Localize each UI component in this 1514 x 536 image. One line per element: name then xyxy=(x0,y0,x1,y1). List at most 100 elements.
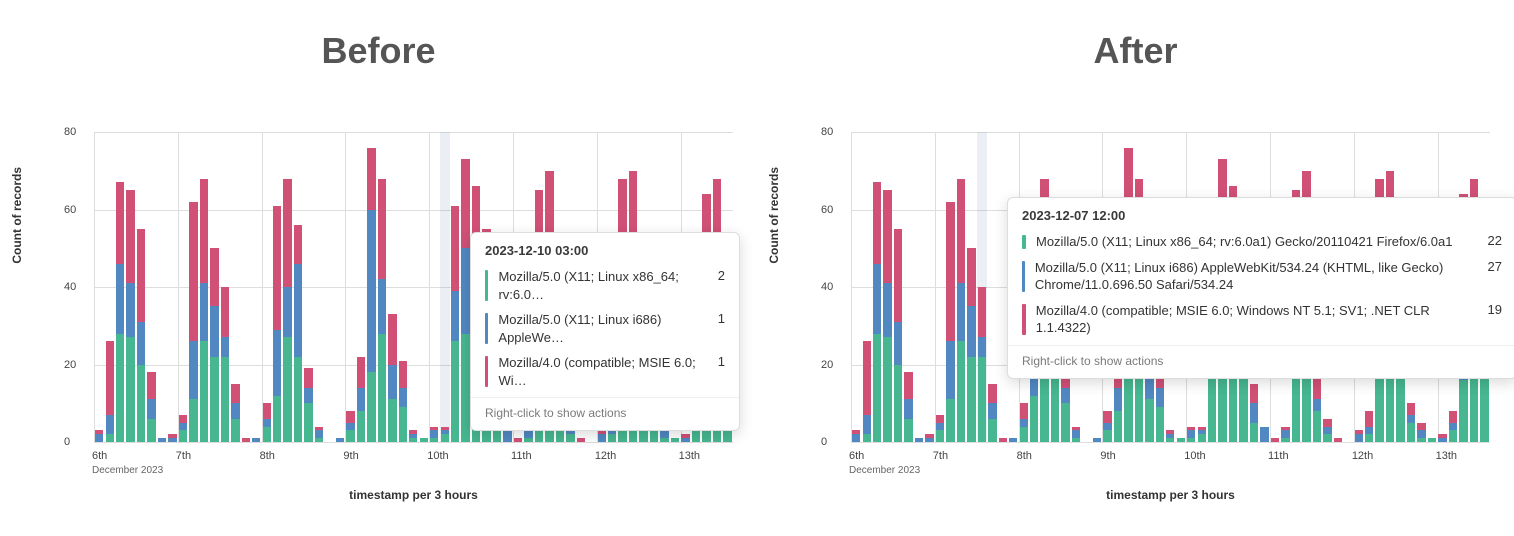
bar-stack[interactable] xyxy=(915,132,923,442)
bar-segment-b[interactable] xyxy=(946,341,954,399)
bar-stack[interactable] xyxy=(957,132,965,442)
bar-segment-a[interactable] xyxy=(189,399,197,442)
bar-segment-a[interactable] xyxy=(1156,407,1164,442)
bar-segment-c[interactable] xyxy=(378,179,386,280)
bar-segment-a[interactable] xyxy=(388,399,396,442)
bar-slot[interactable] xyxy=(903,132,913,442)
bar-segment-b[interactable] xyxy=(883,283,891,337)
bar-slot[interactable] xyxy=(146,132,156,442)
bar-stack[interactable] xyxy=(936,132,944,442)
bar-segment-a[interactable] xyxy=(1114,411,1122,442)
bar-stack[interactable] xyxy=(873,132,881,442)
bar-stack[interactable] xyxy=(999,132,1007,442)
bar-stack[interactable] xyxy=(294,132,302,442)
bar-slot[interactable] xyxy=(314,132,324,442)
bar-segment-b[interactable] xyxy=(1061,388,1069,404)
bar-segment-c[interactable] xyxy=(273,206,281,330)
bar-slot[interactable] xyxy=(199,132,209,442)
bar-stack[interactable] xyxy=(158,132,166,442)
bar-segment-c[interactable] xyxy=(294,225,302,264)
bar-segment-c[interactable] xyxy=(1417,423,1425,431)
bar-slot[interactable] xyxy=(136,132,146,442)
bar-segment-a[interactable] xyxy=(210,357,218,442)
bar-segment-b[interactable] xyxy=(967,306,975,356)
bar-segment-a[interactable] xyxy=(988,419,996,442)
bar-segment-a[interactable] xyxy=(967,357,975,442)
bar-segment-a[interactable] xyxy=(430,438,438,442)
bar-segment-b[interactable] xyxy=(158,438,166,442)
bar-stack[interactable] xyxy=(168,132,176,442)
bar-segment-b[interactable] xyxy=(252,438,260,442)
bar-stack[interactable] xyxy=(106,132,114,442)
bar-segment-b[interactable] xyxy=(388,365,396,400)
bar-segment-a[interactable] xyxy=(1417,438,1425,442)
bar-slot[interactable] xyxy=(872,132,882,442)
bar-stack[interactable] xyxy=(852,132,860,442)
bar-slot[interactable] xyxy=(335,132,345,442)
bar-slot[interactable] xyxy=(262,132,272,442)
bar-segment-a[interactable] xyxy=(116,334,124,443)
bar-segment-a[interactable] xyxy=(1198,434,1206,442)
bar-segment-b[interactable] xyxy=(1407,415,1415,423)
bar-stack[interactable] xyxy=(904,132,912,442)
bar-segment-a[interactable] xyxy=(863,434,871,442)
bar-slot[interactable] xyxy=(408,132,418,442)
bar-segment-c[interactable] xyxy=(904,372,912,399)
bar-segment-a[interactable] xyxy=(1428,438,1436,442)
bar-slot[interactable] xyxy=(935,132,945,442)
bar-segment-b[interactable] xyxy=(378,279,386,333)
bar-stack[interactable] xyxy=(988,132,996,442)
bar-segment-a[interactable] xyxy=(294,357,302,442)
bar-segment-b[interactable] xyxy=(1156,388,1164,407)
bar-slot[interactable] xyxy=(282,132,292,442)
bar-segment-a[interactable] xyxy=(346,430,354,442)
bar-slot[interactable] xyxy=(429,132,439,442)
bar-segment-a[interactable] xyxy=(1459,380,1467,442)
bar-segment-a[interactable] xyxy=(660,438,668,442)
chart-before[interactable]: Count of records 0204060806thDecember 20… xyxy=(20,122,737,502)
bar-segment-b[interactable] xyxy=(894,322,902,365)
bar-segment-a[interactable] xyxy=(441,434,449,442)
bar-segment-c[interactable] xyxy=(242,438,250,442)
bar-segment-c[interactable] xyxy=(147,372,155,399)
bar-slot[interactable] xyxy=(324,132,334,442)
bar-slot[interactable] xyxy=(956,132,966,442)
bar-segment-b[interactable] xyxy=(936,423,944,431)
bar-segment-a[interactable] xyxy=(1177,438,1185,442)
bar-segment-c[interactable] xyxy=(1334,438,1342,442)
bar-stack[interactable] xyxy=(346,132,354,442)
bar-slot[interactable] xyxy=(419,132,429,442)
bar-segment-a[interactable] xyxy=(409,438,417,442)
bar-segment-b[interactable] xyxy=(106,415,114,434)
bar-slot[interactable] xyxy=(398,132,408,442)
bar-slot[interactable] xyxy=(178,132,188,442)
bar-segment-c[interactable] xyxy=(1449,411,1457,423)
bar-slot[interactable] xyxy=(188,132,198,442)
bar-segment-a[interactable] xyxy=(378,334,386,443)
bar-segment-c[interactable] xyxy=(231,384,239,403)
bar-segment-b[interactable] xyxy=(988,403,996,419)
bar-segment-c[interactable] xyxy=(873,182,881,263)
bar-segment-b[interactable] xyxy=(200,283,208,341)
bar-segment-c[interactable] xyxy=(1323,419,1331,427)
bar-segment-a[interactable] xyxy=(273,396,281,443)
bar-segment-c[interactable] xyxy=(357,357,365,388)
bar-segment-c[interactable] xyxy=(200,179,208,284)
bar-slot[interactable] xyxy=(851,132,861,442)
bar-segment-a[interactable] xyxy=(978,357,986,442)
bar-segment-a[interactable] xyxy=(608,434,616,442)
bar-segment-a[interactable] xyxy=(147,419,155,442)
bar-segment-c[interactable] xyxy=(999,438,1007,442)
bar-segment-a[interactable] xyxy=(873,334,881,443)
bar-segment-b[interactable] xyxy=(189,341,197,399)
bar-segment-b[interactable] xyxy=(1009,438,1017,442)
bar-stack[interactable] xyxy=(967,132,975,442)
bar-segment-b[interactable] xyxy=(168,438,176,442)
bar-segment-a[interactable] xyxy=(936,430,944,442)
bar-stack[interactable] xyxy=(978,132,986,442)
bar-segment-b[interactable] xyxy=(126,283,134,337)
bar-slot[interactable] xyxy=(924,132,934,442)
bar-segment-c[interactable] xyxy=(1103,411,1111,423)
bar-segment-a[interactable] xyxy=(221,357,229,442)
bar-segment-a[interactable] xyxy=(1250,423,1258,442)
